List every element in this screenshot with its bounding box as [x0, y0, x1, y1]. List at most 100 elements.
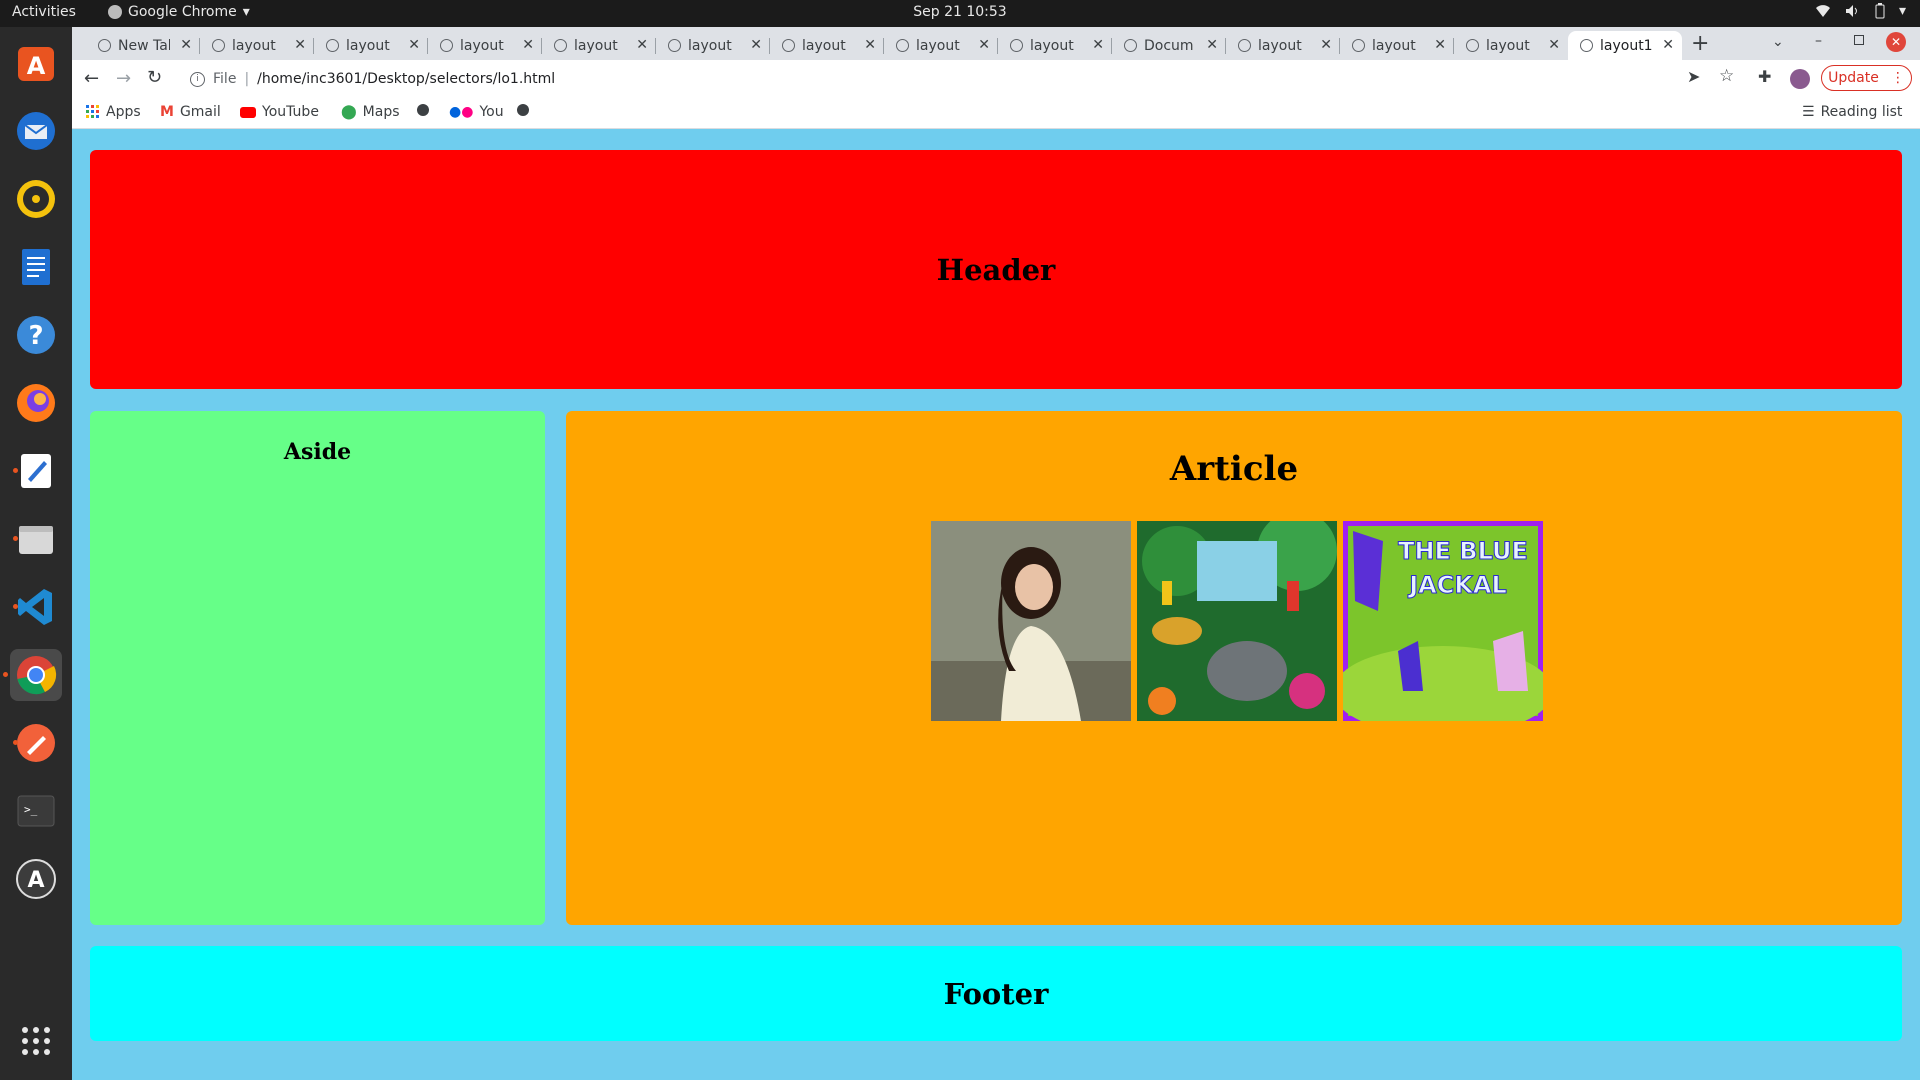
tab[interactable]: layout ✕: [200, 31, 314, 60]
libreoffice-writer-icon[interactable]: [10, 241, 62, 293]
article-heading: Article: [1169, 449, 1299, 489]
close-tab-icon[interactable]: ✕: [1320, 37, 1332, 53]
svg-text:A: A: [27, 868, 44, 893]
bookmark-you[interactable]: ●● You: [449, 104, 504, 120]
volume-icon: [1845, 5, 1857, 17]
close-tab-icon[interactable]: ✕: [1434, 37, 1446, 53]
clock[interactable]: Sep 21 10:53: [0, 4, 1920, 20]
system-tray[interactable]: ▾: [1815, 3, 1906, 19]
close-tab-icon[interactable]: ✕: [180, 37, 192, 53]
files-icon[interactable]: [10, 513, 62, 565]
tab[interactable]: layout ✕: [1340, 31, 1454, 60]
tab[interactable]: layout ✕: [884, 31, 998, 60]
running-indicator-icon: [13, 740, 18, 745]
footer-section: Footer: [90, 946, 1902, 1041]
tab-title: layout: [1486, 37, 1530, 54]
terminal-icon[interactable]: >_: [10, 785, 62, 837]
draw-app-icon[interactable]: [10, 717, 62, 769]
jungle-animals-painting: [1137, 521, 1337, 721]
tab[interactable]: layout ✕: [998, 31, 1112, 60]
bookmark-youtube[interactable]: YouTube: [240, 104, 319, 120]
globe-icon: [1010, 39, 1023, 52]
help-icon[interactable]: ?: [10, 309, 62, 361]
info-icon[interactable]: i: [190, 71, 205, 87]
tab-search-icon[interactable]: ⌄: [1772, 34, 1784, 50]
bookmark-globe[interactable]: [517, 104, 529, 116]
restore-button[interactable]: [1854, 35, 1864, 45]
globe-icon: [98, 39, 111, 52]
tab-active[interactable]: layout1 ✕: [1568, 31, 1682, 60]
close-tab-icon[interactable]: ✕: [978, 37, 990, 53]
tab[interactable]: layout ✕: [428, 31, 542, 60]
tab[interactable]: Docum ✕: [1112, 31, 1226, 60]
tab[interactable]: layout ✕: [770, 31, 884, 60]
bookmark-maps[interactable]: ⬤ Maps: [341, 104, 400, 120]
globe-icon: [326, 39, 339, 52]
reload-icon[interactable]: ↻: [147, 67, 162, 88]
profile-avatar[interactable]: [1790, 69, 1810, 89]
close-tab-icon[interactable]: ✕: [1092, 37, 1104, 53]
tab-title: layout: [460, 37, 504, 54]
show-applications-icon[interactable]: [10, 1015, 62, 1067]
tab-title: layout: [1030, 37, 1074, 54]
tab-title: layout: [1372, 37, 1416, 54]
ubuntu-software-icon[interactable]: A: [10, 37, 62, 89]
youtube-icon: [240, 106, 256, 118]
power-menu-icon: ▾: [1898, 3, 1906, 19]
bookmark-label: Apps: [106, 104, 141, 120]
google-chrome-icon[interactable]: [3, 649, 62, 701]
tab[interactable]: New Tab ✕: [86, 31, 200, 60]
forward-icon[interactable]: →: [116, 68, 131, 89]
tab-title: layout1: [1600, 37, 1652, 54]
close-tab-icon[interactable]: ✕: [750, 37, 762, 53]
gmail-icon: M: [160, 104, 174, 120]
close-tab-icon[interactable]: ✕: [1662, 37, 1674, 53]
close-tab-icon[interactable]: ✕: [636, 37, 648, 53]
bookmark-globe[interactable]: [417, 104, 429, 116]
close-tab-icon[interactable]: ✕: [1548, 37, 1560, 53]
firefox-icon[interactable]: [10, 377, 62, 429]
battery-icon: [1875, 3, 1885, 19]
close-tab-icon[interactable]: ✕: [294, 37, 306, 53]
tab[interactable]: layout ✕: [542, 31, 656, 60]
close-tab-icon[interactable]: ✕: [408, 37, 420, 53]
bookmark-apps[interactable]: Apps: [86, 104, 141, 120]
globe-icon: [782, 39, 795, 52]
app-menu[interactable]: Google Chrome ▾: [108, 4, 250, 20]
bookmark-label: YouTube: [262, 104, 319, 120]
tab[interactable]: layout ✕: [1226, 31, 1340, 60]
globe-icon: [517, 104, 529, 116]
rhythmbox-icon[interactable]: [10, 173, 62, 225]
extensions-icon[interactable]: ✚: [1758, 67, 1771, 86]
tab[interactable]: layout ✕: [314, 31, 428, 60]
globe-icon: [212, 39, 225, 52]
vscode-icon[interactable]: [10, 581, 62, 633]
address-bar[interactable]: i File | /home/inc3601/Desktop/selectors…: [182, 64, 1762, 94]
close-tab-icon[interactable]: ✕: [1206, 37, 1218, 53]
back-icon[interactable]: ←: [84, 68, 99, 89]
activities-button[interactable]: Activities: [12, 4, 76, 20]
aside-heading: Aside: [283, 439, 352, 465]
blue-jackal-cover: THE BLUE JACKAL: [1343, 521, 1543, 721]
reading-list-button[interactable]: ☰ Reading list: [1802, 104, 1902, 120]
minimize-button[interactable]: –: [1815, 33, 1822, 49]
globe-icon: [554, 39, 567, 52]
bookmark-gmail[interactable]: M Gmail: [160, 104, 221, 120]
tab-strip: New Tab ✕ layout ✕ layout ✕ layout ✕ layout ✕…: [72, 27, 1920, 60]
send-tab-icon[interactable]: ➤: [1687, 67, 1700, 86]
text-editor-icon[interactable]: [10, 445, 62, 497]
software-updater-icon[interactable]: A: [10, 853, 62, 905]
page-viewport: Header Aside Article THE BLUE JACKAL Foo…: [72, 130, 1920, 1080]
bookmark-star-icon[interactable]: ☆: [1719, 66, 1734, 86]
new-tab-button[interactable]: +: [1691, 31, 1709, 56]
tab[interactable]: layout ✕: [1454, 31, 1568, 60]
scheme-label: File: [213, 71, 237, 87]
globe-icon: [896, 39, 909, 52]
close-tab-icon[interactable]: ✕: [864, 37, 876, 53]
header-section: Header: [90, 150, 1902, 389]
tab[interactable]: layout ✕: [656, 31, 770, 60]
thunderbird-icon[interactable]: [10, 105, 62, 157]
close-window-button[interactable]: ✕: [1886, 32, 1906, 52]
update-button[interactable]: Update ⋮: [1821, 65, 1912, 91]
close-tab-icon[interactable]: ✕: [522, 37, 534, 53]
